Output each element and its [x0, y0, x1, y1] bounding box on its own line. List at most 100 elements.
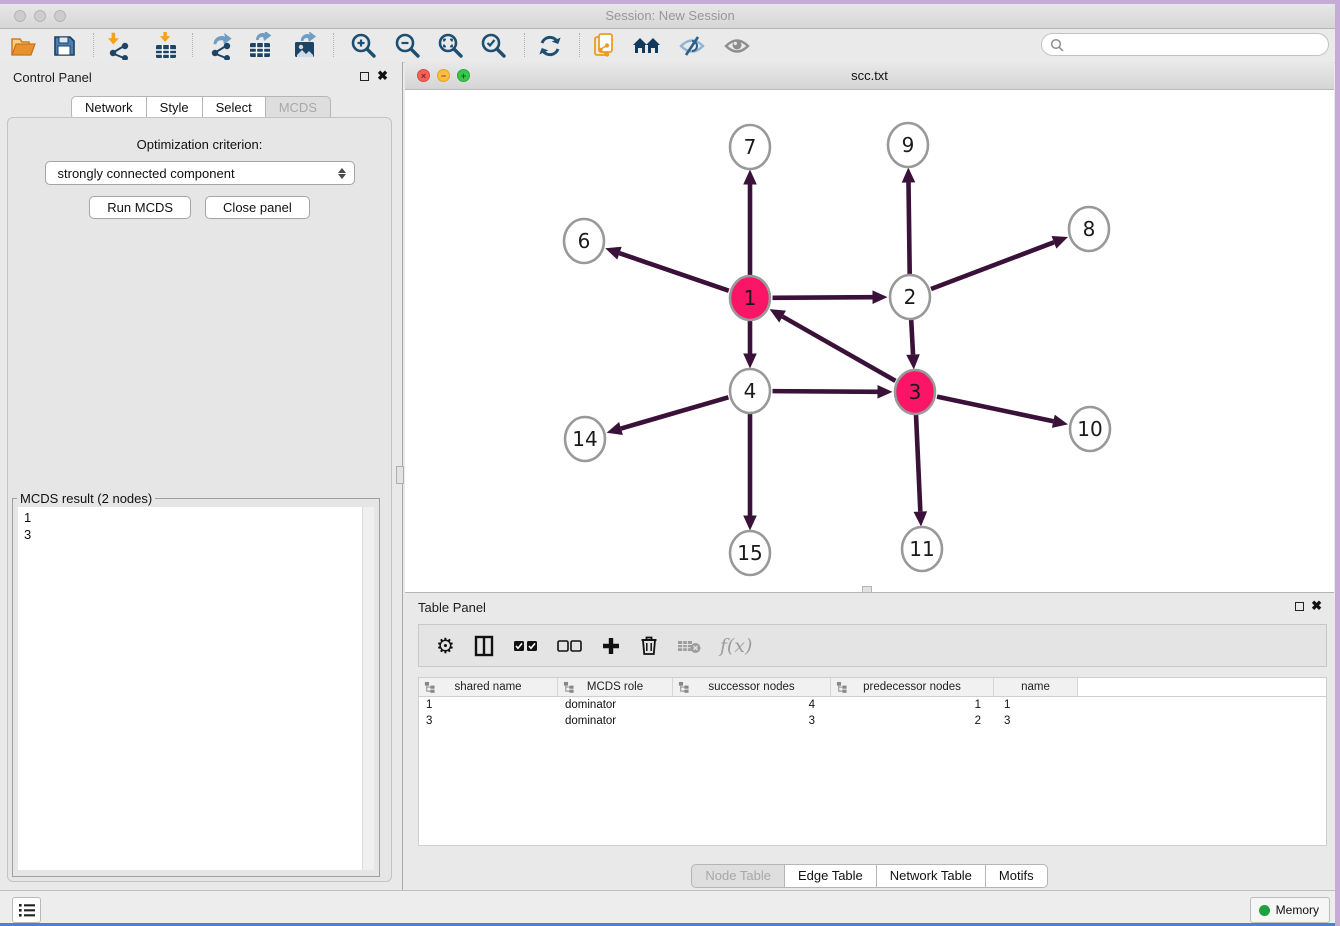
table-cell[interactable]: 1	[419, 697, 558, 713]
table-cell[interactable]: 3	[419, 713, 558, 729]
table-cell[interactable]: 3	[673, 713, 831, 729]
graph-edge-4-14[interactable]	[621, 397, 728, 428]
zoom-selected-button[interactable]	[478, 31, 508, 60]
graph-node-label: 10	[1077, 417, 1102, 441]
hide-network-button[interactable]	[677, 31, 707, 60]
table-cell[interactable]: dominator	[558, 697, 673, 713]
table-cell[interactable]: 2	[831, 713, 994, 729]
network-canvas[interactable]: 7 9 6 8 1 2 4 3 14 10 15 11	[405, 91, 1334, 592]
delete-column-button[interactable]	[640, 635, 658, 656]
graph-node-3[interactable]: 3	[895, 370, 935, 414]
export-table-button[interactable]	[247, 31, 277, 60]
column-header-MCDS-role[interactable]: MCDS role	[558, 678, 673, 696]
graph-arrowhead	[607, 422, 623, 435]
export-image-icon	[292, 32, 320, 60]
network-minimize-button[interactable]: −	[437, 69, 450, 82]
delete-table-icon	[677, 638, 701, 654]
deselect-all-button[interactable]	[557, 640, 582, 652]
column-header-name[interactable]: name	[994, 678, 1078, 696]
table-cell[interactable]: dominator	[558, 713, 673, 729]
graph-edge-2-8[interactable]	[931, 242, 1054, 289]
close-panel-button[interactable]: Close panel	[205, 196, 310, 219]
table-row[interactable]: 3dominator323	[419, 713, 1326, 729]
table-cell[interactable]: 3	[994, 713, 1078, 729]
open-session-button[interactable]	[8, 31, 38, 60]
task-history-button[interactable]	[12, 897, 41, 923]
zoom-in-button[interactable]	[348, 31, 378, 60]
zoom-fit-button[interactable]	[435, 31, 465, 60]
table-float-icon[interactable]	[1295, 602, 1304, 611]
graph-node-10[interactable]: 10	[1070, 407, 1110, 451]
column-header-successor-nodes[interactable]: successor nodes	[673, 678, 831, 696]
table-tab-motifs[interactable]: Motifs	[985, 864, 1048, 888]
graph-node-2[interactable]: 2	[890, 275, 930, 319]
float-panel-icon[interactable]	[360, 72, 369, 81]
home-button[interactable]	[632, 31, 662, 60]
memory-status-icon	[1259, 905, 1270, 916]
graph-edge-3-11[interactable]	[916, 414, 920, 511]
column-header-shared-name[interactable]: shared name	[419, 678, 558, 696]
run-mcds-button[interactable]: Run MCDS	[89, 196, 191, 219]
graph-node-4[interactable]: 4	[730, 369, 770, 413]
search-icon	[1050, 38, 1064, 52]
result-scrollbar[interactable]	[362, 507, 374, 870]
table-tab-edge-table[interactable]: Edge Table	[784, 864, 877, 888]
session-search[interactable]	[1041, 33, 1329, 56]
graph-node-6[interactable]: 6	[564, 219, 604, 263]
graph-edge-1-6[interactable]	[619, 253, 728, 291]
graph-node-1[interactable]: 1	[730, 276, 770, 320]
graph-node-15[interactable]: 15	[730, 531, 770, 575]
network-maximize-button[interactable]: +	[457, 69, 470, 82]
graph-edge-1-2[interactable]	[772, 297, 872, 298]
window-zoom-button[interactable]	[54, 10, 66, 22]
table-cell[interactable]: 4	[673, 697, 831, 713]
refresh-icon	[536, 32, 564, 60]
apply-layout-button[interactable]	[535, 31, 565, 60]
table-tab-network-table[interactable]: Network Table	[876, 864, 986, 888]
graph-edge-4-3[interactable]	[772, 391, 877, 392]
table-settings-button[interactable]: ⚙	[436, 636, 455, 656]
vertical-splitter-handle[interactable]	[396, 466, 404, 484]
mcds-result-group: MCDS result (2 nodes) 1 3	[12, 491, 380, 877]
graph-node-8[interactable]: 8	[1069, 207, 1109, 251]
graph-node-label: 2	[904, 285, 917, 309]
graph-edge-3-1[interactable]	[783, 317, 896, 381]
table-row[interactable]: 1dominator411	[419, 697, 1326, 713]
save-session-button[interactable]	[49, 31, 79, 60]
graph-node-9[interactable]: 9	[888, 123, 928, 167]
share-document-button[interactable]	[590, 31, 620, 60]
column-header-predecessor-nodes[interactable]: predecessor nodes	[831, 678, 994, 696]
network-close-button[interactable]: ×	[417, 69, 430, 82]
export-network-button[interactable]	[205, 31, 235, 60]
zoom-out-button[interactable]	[392, 31, 422, 60]
graph-node-7[interactable]: 7	[730, 125, 770, 169]
table-tab-node-table[interactable]: Node Table	[691, 864, 785, 888]
graph-node-11[interactable]: 11	[902, 527, 942, 571]
select-all-button[interactable]	[513, 640, 538, 652]
graph-edge-2-3[interactable]	[911, 319, 913, 354]
fx-icon: f(x)	[720, 635, 753, 657]
import-network-button[interactable]	[103, 31, 133, 60]
table-cell[interactable]: 1	[994, 697, 1078, 713]
window-minimize-button[interactable]	[34, 10, 46, 22]
graph-node-label: 11	[909, 537, 934, 561]
window-title: Session: New Session	[0, 4, 1340, 28]
graph-edge-3-10[interactable]	[937, 397, 1053, 422]
network-title: scc.txt	[405, 62, 1334, 89]
add-column-button[interactable]	[601, 636, 621, 656]
search-input[interactable]	[1068, 37, 1328, 53]
export-image-button[interactable]	[291, 31, 321, 60]
import-table-button[interactable]	[151, 31, 181, 60]
horizontal-splitter-handle[interactable]	[862, 586, 872, 593]
show-columns-button[interactable]	[474, 635, 494, 657]
table-close-icon[interactable]: ✖	[1311, 598, 1322, 614]
window-close-button[interactable]	[14, 10, 26, 22]
graph-edge-2-9[interactable]	[908, 182, 909, 274]
close-panel-icon[interactable]: ✖	[377, 68, 388, 84]
criterion-select[interactable]: strongly connected component	[45, 161, 355, 185]
graph-node-14[interactable]: 14	[565, 417, 605, 461]
show-network-button[interactable]	[722, 31, 752, 60]
table-cell[interactable]: 1	[831, 697, 994, 713]
memory-button[interactable]: Memory	[1250, 897, 1330, 923]
mcds-result-textarea[interactable]: 1 3	[18, 507, 374, 870]
